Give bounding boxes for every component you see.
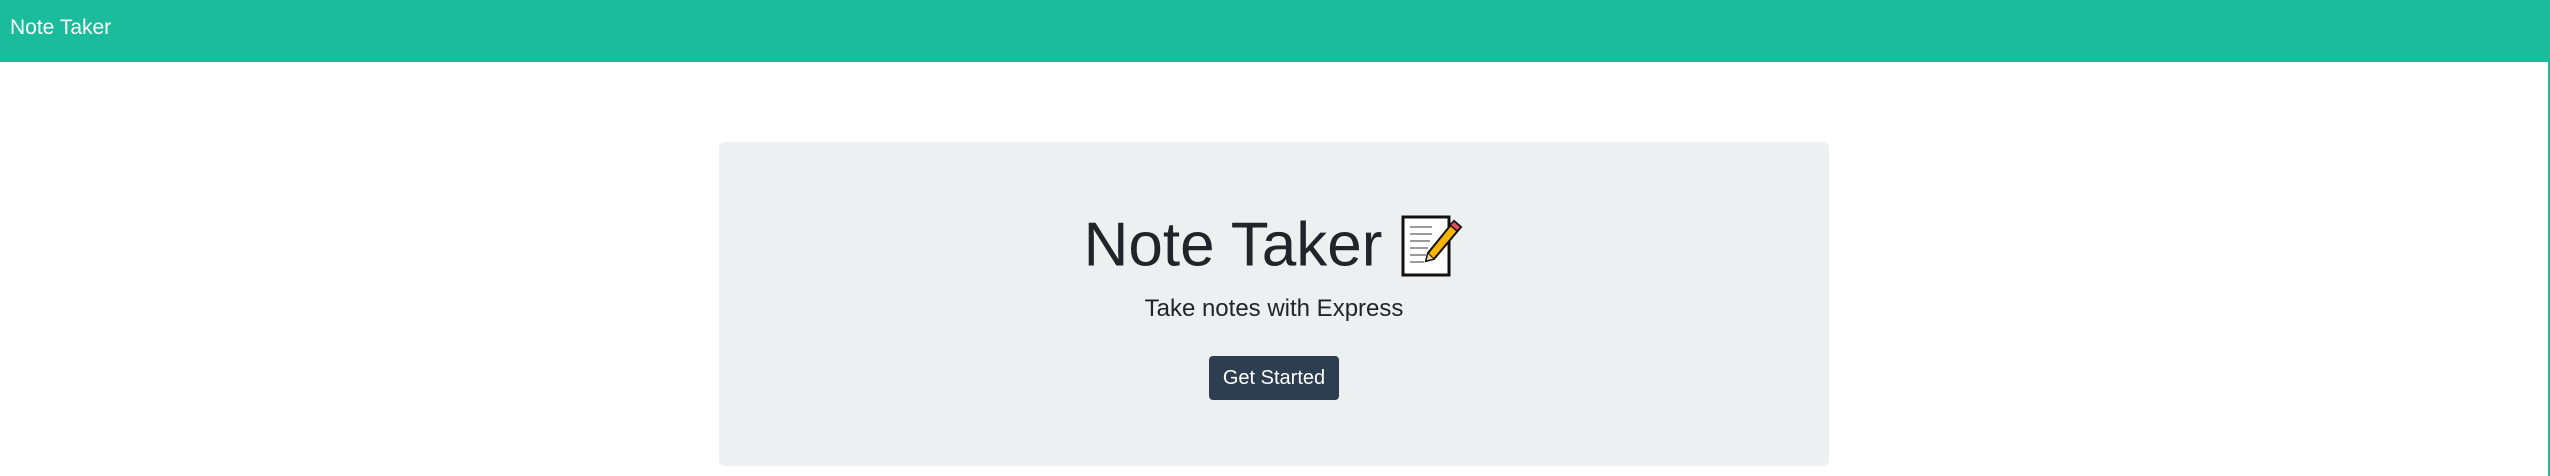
navbar-brand-link[interactable]: Note Taker <box>10 16 111 40</box>
get-started-button[interactable]: Get Started <box>1209 356 1339 400</box>
page-title: Note Taker <box>1083 210 1383 280</box>
top-navbar: Note Taker <box>0 0 2550 62</box>
hero-title-row: Note Taker <box>719 206 1829 282</box>
memo-icon <box>1401 215 1463 277</box>
hero-subtitle: Take notes with Express <box>1144 295 1404 322</box>
hero-jumbotron: Note Taker Take notes with Express Get S… <box>719 142 1829 466</box>
